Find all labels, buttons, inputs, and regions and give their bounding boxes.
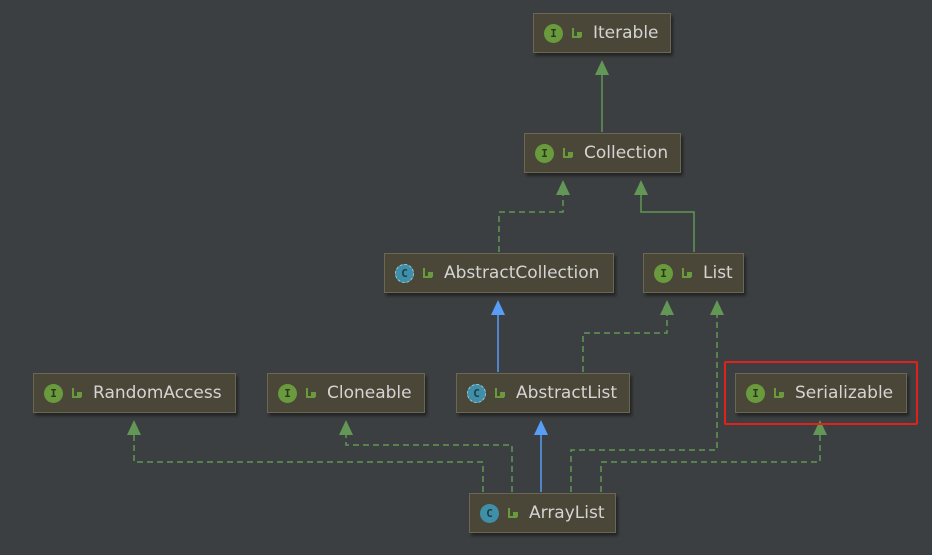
interface-icon: I [44, 383, 63, 403]
public-visibility-icon [72, 388, 82, 398]
node-label: Iterable [593, 23, 659, 43]
edge-abstractcollection-to-collection-arrowhead [556, 180, 570, 195]
interface-icon: I [654, 263, 673, 283]
edge-arraylist-to-serializable [600, 432, 821, 492]
interface-icon: I [544, 23, 563, 43]
node-label: AbstractList [516, 383, 618, 403]
public-visibility-icon [563, 148, 573, 158]
class-icon: C [480, 503, 499, 523]
node-list[interactable]: I List [643, 253, 744, 293]
edge-arraylist-to-list-arrowhead [710, 300, 724, 315]
node-label: ArrayList [529, 503, 605, 523]
edge-list-to-collection [640, 192, 695, 252]
edge-list-to-collection-arrowhead [634, 180, 648, 195]
abstract-class-icon: C [395, 263, 414, 283]
node-label: Collection [584, 143, 669, 163]
edge-collection-to-iterable-arrowhead [595, 60, 609, 75]
edge-abstractlist-to-list-arrowhead [660, 300, 674, 315]
edge-arraylist-to-abstractlist-arrowhead [534, 420, 548, 435]
node-abstract-list[interactable]: C AbstractList [456, 373, 630, 413]
node-label: Cloneable [327, 383, 412, 403]
edge-abstractlist-to-abstractcollection-arrowhead [491, 300, 505, 315]
node-label: RandomAccess [93, 383, 222, 403]
edge-abstractlist-to-list [582, 312, 668, 372]
node-label: AbstractCollection [444, 263, 600, 283]
interface-icon: I [535, 143, 554, 163]
public-visibility-icon [306, 388, 316, 398]
public-visibility-icon [423, 268, 433, 278]
abstract-class-icon: C [467, 383, 486, 403]
node-iterable[interactable]: I Iterable [533, 13, 671, 53]
interface-icon: I [278, 383, 297, 403]
edge-arraylist-to-randomaccess-arrowhead [127, 420, 141, 435]
node-collection[interactable]: I Collection [524, 133, 681, 173]
edge-arraylist-to-cloneable-arrowhead [339, 420, 353, 435]
node-abstract-collection[interactable]: C AbstractCollection [384, 253, 614, 293]
node-array-list[interactable]: C ArrayList [469, 493, 616, 533]
edge-arraylist-to-randomaccess [133, 432, 484, 492]
node-random-access[interactable]: I RandomAccess [33, 373, 236, 413]
node-cloneable[interactable]: I Cloneable [267, 373, 425, 413]
public-visibility-icon [495, 388, 505, 398]
edge-abstractcollection-to-collection [498, 192, 564, 252]
node-label: List [703, 263, 733, 283]
public-visibility-icon [572, 28, 582, 38]
serializable-highlight-box [724, 361, 918, 425]
public-visibility-icon [508, 508, 518, 518]
public-visibility-icon [682, 268, 692, 278]
